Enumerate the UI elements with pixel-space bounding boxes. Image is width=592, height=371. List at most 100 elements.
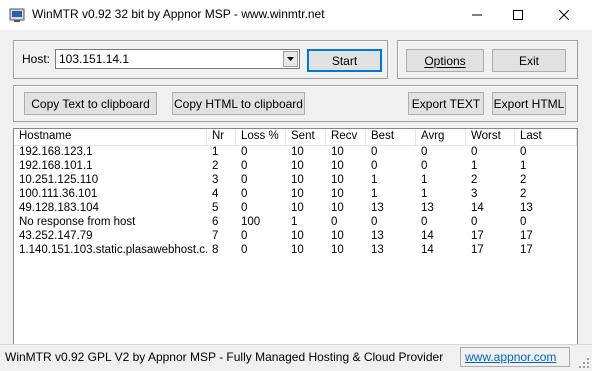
col-nr-cell: 2 xyxy=(212,160,219,172)
table-row[interactable]: 192.168.101.1 2 0 10 10 0 0 1 1 xyxy=(14,160,577,173)
minimize-icon xyxy=(472,14,482,16)
minimize-button[interactable] xyxy=(454,0,500,30)
col-hostname-cell: 192.168.101.1 xyxy=(19,160,93,172)
col-worst-cell: 17 xyxy=(471,230,484,242)
col-last-cell: 2 xyxy=(520,188,527,200)
options-label: Options xyxy=(424,53,466,68)
col-recv-cell: 10 xyxy=(331,202,344,214)
col-best-cell: 0 xyxy=(371,216,378,228)
col-loss-cell: 100 xyxy=(241,216,261,228)
col-nr-cell: 7 xyxy=(212,230,219,242)
col-sent-cell: 1 xyxy=(291,216,298,228)
maximize-button[interactable] xyxy=(495,0,541,30)
exit-button[interactable]: Exit xyxy=(492,49,566,72)
col-nr-cell: 5 xyxy=(212,202,219,214)
col-worst-cell: 3 xyxy=(471,188,478,200)
col-sent-cell: 10 xyxy=(291,146,304,158)
col-avrg-cell: 1 xyxy=(421,188,428,200)
col-sent-cell: 10 xyxy=(291,230,304,242)
table-row[interactable]: 10.251.125.110 3 0 10 10 1 1 2 2 xyxy=(14,174,577,187)
copy-html-button[interactable]: Copy HTML to clipboard xyxy=(172,92,305,115)
options-button[interactable]: Options xyxy=(406,49,484,72)
trace-results-list[interactable]: Hostname Nr Loss % Sent Recv Best Avrg Worst Las… xyxy=(13,128,578,345)
appnor-link[interactable]: www.appnor.com xyxy=(460,347,570,367)
table-row[interactable]: 43.252.147.79 7 0 10 10 13 14 17 17 xyxy=(14,230,577,243)
export-text-button[interactable]: Export TEXT xyxy=(408,92,484,115)
col-sent-cell: 10 xyxy=(291,174,304,186)
host-input[interactable]: 103.151.14.1 xyxy=(59,52,129,66)
list-header: Hostname Nr Loss % Sent Recv Best Avrg Worst Las… xyxy=(14,129,577,146)
close-icon xyxy=(559,10,569,20)
col-worst-header[interactable]: Worst xyxy=(466,129,515,145)
col-best-header[interactable]: Best xyxy=(366,129,416,145)
col-best-cell: 13 xyxy=(371,244,384,256)
col-last-header[interactable]: Last xyxy=(515,129,577,145)
col-recv-cell: 0 xyxy=(331,216,338,228)
col-nr-cell: 1 xyxy=(212,146,219,158)
col-worst-cell: 2 xyxy=(471,174,478,186)
table-row[interactable]: 49.128.183.104 5 0 10 10 13 13 14 13 xyxy=(14,202,577,215)
col-recv-cell: 10 xyxy=(331,174,344,186)
col-sent-header[interactable]: Sent xyxy=(286,129,326,145)
col-best-cell: 0 xyxy=(371,160,378,172)
col-sent-cell: 10 xyxy=(291,202,304,214)
host-combobox[interactable]: 103.151.14.1 xyxy=(55,49,300,69)
col-hostname-cell: 43.252.147.79 xyxy=(19,230,93,242)
col-sent-cell: 10 xyxy=(291,188,304,200)
col-avrg-cell: 13 xyxy=(421,202,434,214)
col-last-cell: 0 xyxy=(520,146,527,158)
col-worst-cell: 1 xyxy=(471,160,478,172)
col-nr-cell: 4 xyxy=(212,188,219,200)
col-loss-header[interactable]: Loss % xyxy=(236,129,286,145)
col-last-cell: 2 xyxy=(520,174,527,186)
export-html-button[interactable]: Export HTML xyxy=(492,92,566,115)
col-worst-cell: 0 xyxy=(471,216,478,228)
status-bar: WinMTR v0.92 GPL V2 by Appnor MSP - Full… xyxy=(0,344,592,371)
col-worst-cell: 14 xyxy=(471,202,484,214)
col-nr-header[interactable]: Nr xyxy=(207,129,236,145)
col-worst-cell: 17 xyxy=(471,244,484,256)
col-hostname-cell: 192.168.123.1 xyxy=(19,146,93,158)
resize-grip-icon[interactable] xyxy=(578,357,590,369)
col-hostname-cell: 49.128.183.104 xyxy=(19,202,99,214)
host-label: Host: xyxy=(22,52,51,66)
close-button[interactable] xyxy=(541,0,587,30)
chevron-down-icon xyxy=(287,57,294,61)
col-hostname-cell: 10.251.125.110 xyxy=(19,174,99,186)
col-avrg-cell: 14 xyxy=(421,230,434,242)
col-recv-cell: 10 xyxy=(331,230,344,242)
col-avrg-cell: 0 xyxy=(421,146,428,158)
col-avrg-cell: 1 xyxy=(421,174,428,186)
col-best-cell: 0 xyxy=(371,146,378,158)
table-row[interactable]: No response from host 6 100 1 0 0 0 0 0 xyxy=(14,216,577,229)
col-worst-cell: 0 xyxy=(471,146,478,158)
col-hostname-header[interactable]: Hostname xyxy=(14,129,207,145)
col-recv-cell: 10 xyxy=(331,244,344,256)
table-row[interactable]: 192.168.123.1 1 0 10 10 0 0 0 0 xyxy=(14,146,577,159)
col-hostname-cell: 100.111.36.101 xyxy=(19,188,98,200)
col-loss-cell: 0 xyxy=(241,188,248,200)
col-recv-cell: 10 xyxy=(331,188,344,200)
copy-text-button[interactable]: Copy Text to clipboard xyxy=(24,92,157,115)
col-loss-cell: 0 xyxy=(241,202,248,214)
col-nr-cell: 3 xyxy=(212,174,219,186)
table-row[interactable]: 1.140.151.103.static.plasawebhost.c... 8 0… xyxy=(14,244,577,257)
exit-label: Exit xyxy=(518,53,539,68)
col-recv-header[interactable]: Recv xyxy=(326,129,366,145)
window-title: WinMTR v0.92 32 bit by Appnor MSP - www.… xyxy=(32,7,325,21)
table-row[interactable]: 100.111.36.101 4 0 10 10 1 1 3 2 xyxy=(14,188,577,201)
col-last-cell: 1 xyxy=(520,160,527,172)
col-nr-cell: 8 xyxy=(212,244,219,256)
start-button[interactable]: Start xyxy=(307,49,382,72)
col-last-cell: 13 xyxy=(520,202,533,214)
col-avrg-cell: 0 xyxy=(421,216,428,228)
col-avrg-header[interactable]: Avrg xyxy=(416,129,466,145)
col-best-cell: 13 xyxy=(371,230,384,242)
col-recv-cell: 10 xyxy=(331,146,344,158)
col-loss-cell: 0 xyxy=(241,174,248,186)
col-best-cell: 13 xyxy=(371,202,384,214)
winmtr-app-icon xyxy=(9,7,25,23)
col-best-cell: 1 xyxy=(371,174,378,186)
title-bar[interactable]: WinMTR v0.92 32 bit by Appnor MSP - www.… xyxy=(0,0,592,30)
dropdown-button[interactable] xyxy=(283,51,298,67)
